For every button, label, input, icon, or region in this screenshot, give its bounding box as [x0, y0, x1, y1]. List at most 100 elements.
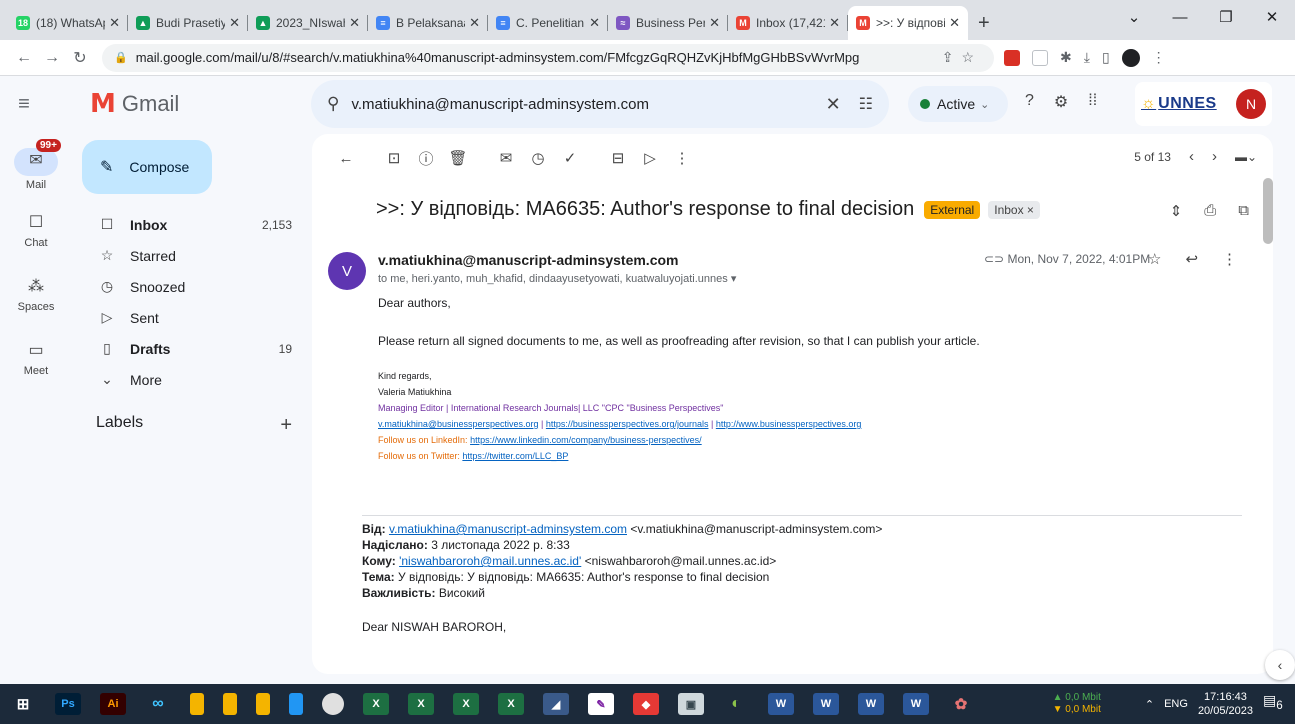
profile-icon[interactable]: [1121, 48, 1140, 67]
browser-tab[interactable]: M Inbox (17,421 ✕: [728, 6, 848, 40]
browser-tab[interactable]: M >>: У відпові ✕: [848, 6, 968, 40]
close-tab-icon[interactable]: ✕: [109, 15, 120, 31]
recipients-line[interactable]: to me, heri.yanto, muh_khafid, dindaayus…: [378, 272, 736, 285]
account-box[interactable]: ☼ UNNES N: [1135, 82, 1272, 126]
word-icon[interactable]: W: [768, 693, 794, 715]
rail-item-mail[interactable]: ✉ 99+ Mail: [0, 139, 72, 204]
app-icon[interactable]: ▣: [678, 693, 704, 715]
rail-item-meet[interactable]: ▭ Meet: [0, 332, 72, 396]
move-to-icon[interactable]: ⊟: [602, 149, 634, 167]
address-bar[interactable]: 🔒 mail.google.com/mail/u/8/#search/v.mat…: [102, 43, 994, 72]
restore-button[interactable]: ❐: [1203, 8, 1249, 26]
lock-icon[interactable]: 🔒: [114, 51, 128, 64]
nav-item-starred[interactable]: ☆ Starred: [72, 240, 304, 271]
reload-icon[interactable]: ↻: [66, 48, 94, 68]
close-tab-icon[interactable]: ✕: [229, 15, 240, 31]
main-menu-icon[interactable]: ≡: [2, 93, 46, 116]
windows-start-icon[interactable]: ⊞: [10, 693, 36, 715]
tray-chevron-icon[interactable]: ⌃: [1145, 698, 1154, 711]
older-icon[interactable]: ›: [1212, 148, 1217, 165]
browser-tab[interactable]: ≡ B Pelaksanaan ✕: [368, 6, 488, 40]
delete-icon[interactable]: 🗑: [442, 149, 474, 167]
excel-icon[interactable]: X: [453, 693, 479, 715]
more-options-icon[interactable]: ⋮: [666, 149, 698, 167]
download-icon[interactable]: ⤓: [1084, 49, 1090, 66]
rail-item-chat[interactable]: ☐ Chat: [0, 204, 72, 268]
word-icon[interactable]: W: [858, 693, 884, 715]
close-tab-icon[interactable]: ✕: [949, 15, 960, 31]
mark-unread-icon[interactable]: ✉: [490, 149, 522, 167]
minimize-button[interactable]: —: [1157, 9, 1203, 26]
extension-icon[interactable]: [1004, 49, 1020, 66]
anydesk-icon[interactable]: ◆: [633, 693, 659, 715]
open-new-window-icon[interactable]: ⧉: [1238, 202, 1249, 220]
report-spam-icon[interactable]: ⓘ: [410, 148, 442, 169]
nav-item-drafts[interactable]: ▯ Drafts 19: [72, 333, 304, 364]
search-options-icon[interactable]: ☷: [859, 94, 873, 114]
extension-icon[interactable]: [1032, 49, 1048, 66]
close-tab-icon[interactable]: ✕: [829, 15, 840, 31]
folder-icon[interactable]: [256, 693, 270, 715]
browser-tab[interactable]: ≡ C. Penelitian ✕: [488, 6, 608, 40]
label-icon[interactable]: ▷: [634, 149, 666, 167]
expand-all-icon[interactable]: ⇕: [1170, 202, 1183, 220]
app-icon[interactable]: ∞: [145, 693, 171, 715]
archive-icon[interactable]: ⊡: [378, 149, 410, 167]
excel-icon[interactable]: X: [363, 693, 389, 715]
paint-icon[interactable]: ✎: [588, 693, 614, 715]
excel-icon[interactable]: X: [408, 693, 434, 715]
add-task-icon[interactable]: ✓: [554, 149, 586, 167]
app-icon[interactable]: ✿: [948, 693, 974, 715]
print-icon[interactable]: ⎙: [1204, 202, 1216, 220]
tab-search-icon[interactable]: ⌄: [1111, 8, 1157, 26]
close-tab-icon[interactable]: ✕: [709, 15, 720, 31]
nav-item-more[interactable]: ⌄ More: [72, 364, 304, 395]
excel-icon[interactable]: X: [498, 693, 524, 715]
fwd-from-link[interactable]: v.matiukhina@manuscript-adminsystem.com: [389, 522, 627, 536]
nav-item-snoozed[interactable]: ◷ Snoozed: [72, 271, 304, 302]
clear-search-icon[interactable]: ✕: [826, 94, 841, 115]
sidepanel-icon[interactable]: ▯: [1102, 49, 1110, 66]
nav-item-inbox[interactable]: ☐ Inbox 2,153: [72, 209, 304, 240]
rail-item-spaces[interactable]: ⁂ Spaces: [0, 268, 72, 332]
menu-icon[interactable]: ⋮: [1152, 49, 1166, 66]
twitter-link[interactable]: https://twitter.com/LLC_BP: [462, 451, 568, 461]
folder-icon[interactable]: [223, 693, 237, 715]
compose-button[interactable]: ✎ Compose: [82, 140, 212, 194]
more-options-icon[interactable]: ⋮: [1222, 250, 1237, 268]
browser-tab[interactable]: ▲ Budi Prasetiyo✕: [128, 6, 248, 40]
word-icon[interactable]: W: [903, 693, 929, 715]
new-tab-button[interactable]: +: [978, 6, 990, 40]
sig-website-link[interactable]: http://www.businessperspectives.org: [716, 419, 862, 429]
browser-tab[interactable]: ≈ Business Pers ✕: [608, 6, 728, 40]
forward-icon[interactable]: →: [38, 49, 66, 67]
search-input[interactable]: [351, 95, 816, 113]
photoshop-icon[interactable]: Ps: [55, 693, 81, 715]
fwd-to-link[interactable]: 'niswahbaroroh@mail.unnes.ac.id': [399, 554, 581, 568]
share-star-icons[interactable]: ⇪☆: [942, 49, 982, 66]
gmail-logo[interactable]: M Gmail: [90, 89, 179, 119]
star-icon[interactable]: ☆: [1148, 250, 1161, 268]
close-tab-icon[interactable]: ✕: [349, 15, 360, 31]
word-icon[interactable]: W: [813, 693, 839, 715]
close-tab-icon[interactable]: ✕: [589, 15, 600, 31]
reply-icon[interactable]: ↩: [1185, 250, 1198, 268]
back-to-list-icon[interactable]: ←: [330, 150, 362, 167]
linkedin-link[interactable]: https://www.linkedin.com/company/busines…: [470, 435, 702, 445]
back-icon[interactable]: ←: [10, 49, 38, 67]
language-indicator[interactable]: ENG: [1164, 698, 1188, 710]
status-selector[interactable]: Active ⌄: [908, 86, 1008, 122]
close-window-button[interactable]: ✕: [1249, 8, 1295, 26]
illustrator-icon[interactable]: Ai: [100, 693, 126, 715]
url-text[interactable]: mail.google.com/mail/u/8/#search/v.matiu…: [136, 50, 942, 65]
input-tools-icon[interactable]: ▬⌄: [1235, 150, 1257, 164]
notification-icon[interactable]: ▤6: [1263, 692, 1287, 716]
app-icon[interactable]: ◢: [543, 693, 569, 715]
gear-icon[interactable]: ⚙: [1054, 92, 1068, 112]
folder-icon[interactable]: [190, 693, 204, 715]
apps-icon[interactable]: ⁞⁞: [1088, 92, 1097, 112]
sig-journals-link[interactable]: https://businessperspectives.org/journal…: [546, 419, 709, 429]
help-icon[interactable]: ?: [1025, 92, 1034, 112]
side-panel-toggle-icon[interactable]: ‹: [1265, 650, 1295, 680]
add-label-icon[interactable]: +: [280, 414, 292, 437]
